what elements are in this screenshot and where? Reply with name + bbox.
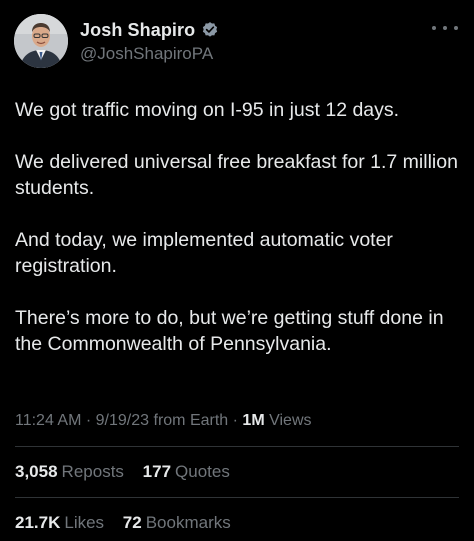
views-label: Views bbox=[269, 412, 312, 429]
likes-label[interactable]: Likes bbox=[64, 513, 104, 532]
tweet-paragraph: There’s more to do, but we’re getting st… bbox=[15, 307, 444, 355]
divider bbox=[15, 446, 459, 447]
divider bbox=[15, 497, 459, 498]
reposts-count[interactable]: 3,058 bbox=[15, 462, 58, 481]
tweet-source: from Earth bbox=[153, 412, 229, 429]
tweet-paragraph: We delivered universal free breakfast fo… bbox=[15, 151, 458, 199]
quotes-label[interactable]: Quotes bbox=[175, 462, 230, 481]
tweet-paragraph: We got traffic moving on I-95 in just 12… bbox=[15, 99, 400, 121]
engagement-row-likes: 21.7K Likes 72 Bookmarks bbox=[15, 513, 245, 533]
tweet-paragraph: And today, we implemented automatic vote… bbox=[15, 229, 393, 277]
bookmarks-count[interactable]: 72 bbox=[123, 513, 142, 532]
likes-count[interactable]: 21.7K bbox=[15, 513, 60, 532]
meta-separator: · bbox=[85, 412, 96, 429]
reposts-label[interactable]: Reposts bbox=[62, 462, 124, 481]
more-options-icon[interactable] bbox=[432, 24, 458, 32]
tweet-meta: 11:24 AM · 9/19/23 from Earth · 1M Views bbox=[15, 412, 312, 430]
views-count[interactable]: 1M bbox=[242, 412, 264, 429]
engagement-row-reposts: 3,058 Reposts 177 Quotes bbox=[15, 462, 244, 482]
bookmarks-label[interactable]: Bookmarks bbox=[146, 513, 231, 532]
tweet-header: Josh Shapiro @JoshShapiroPA bbox=[14, 12, 460, 70]
tweet-time[interactable]: 11:24 AM bbox=[15, 412, 81, 429]
avatar[interactable] bbox=[14, 14, 68, 68]
display-name[interactable]: Josh Shapiro bbox=[80, 20, 195, 41]
meta-separator: · bbox=[232, 412, 243, 429]
tweet-date[interactable]: 9/19/23 bbox=[96, 412, 149, 429]
more-dot-icon bbox=[443, 26, 447, 30]
display-name-row: Josh Shapiro bbox=[80, 18, 219, 42]
verified-badge-icon[interactable] bbox=[201, 21, 219, 39]
author-handle[interactable]: @JoshShapiroPA bbox=[80, 44, 219, 64]
quotes-count[interactable]: 177 bbox=[143, 462, 171, 481]
author-names: Josh Shapiro @JoshShapiroPA bbox=[80, 18, 219, 64]
more-dot-icon bbox=[454, 26, 458, 30]
more-dot-icon bbox=[432, 26, 436, 30]
tweet-card: Josh Shapiro @JoshShapiroPA We got traff… bbox=[0, 0, 474, 541]
tweet-text: We got traffic moving on I-95 in just 12… bbox=[15, 97, 465, 383]
